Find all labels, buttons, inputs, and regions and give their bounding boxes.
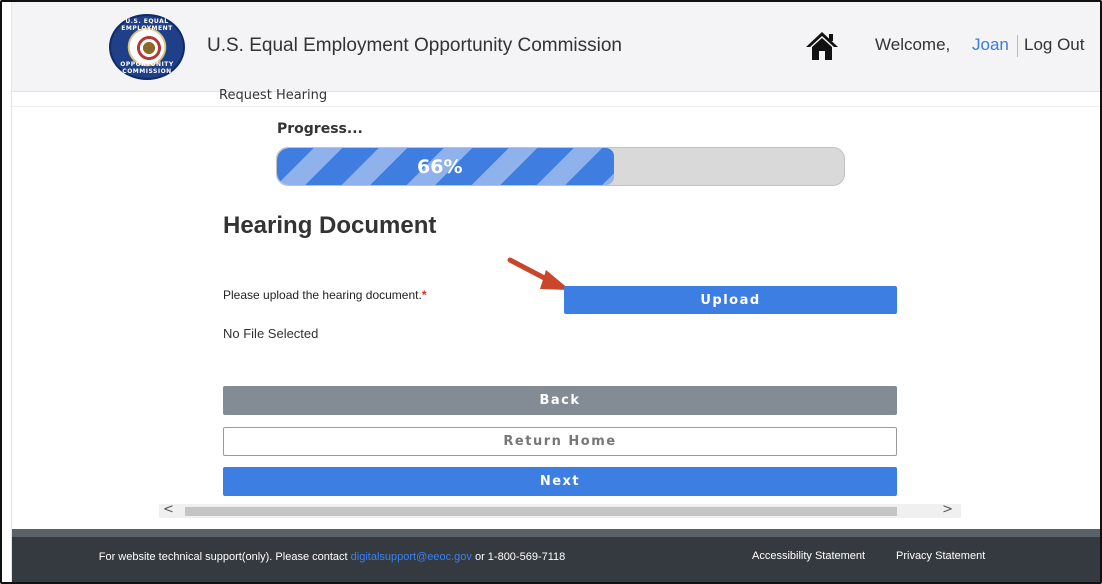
accessibility-statement-link[interactable]: Accessibility Statement xyxy=(752,550,865,562)
upload-prompt-text: Please upload the hearing document. xyxy=(223,288,422,302)
scroll-right-icon[interactable]: > xyxy=(942,502,953,517)
logout-link[interactable]: Log Out xyxy=(1024,35,1085,55)
file-status-text: No File Selected xyxy=(223,326,319,341)
agency-title: U.S. Equal Employment Opportunity Commis… xyxy=(207,35,622,56)
back-button[interactable]: Back xyxy=(223,386,897,415)
progress-label: Progress... xyxy=(277,121,363,137)
left-edge-bar xyxy=(2,2,12,582)
app-window: U.S. EQUAL EMPLOYMENT OPPORTUNITY COMMIS… xyxy=(0,0,1102,584)
user-name-link[interactable]: Joan xyxy=(972,35,1009,55)
support-phone: or 1-800-569-7118 xyxy=(474,551,566,563)
header-divider xyxy=(1017,35,1018,57)
site-header: U.S. EQUAL EMPLOYMENT OPPORTUNITY COMMIS… xyxy=(2,2,1100,92)
progress-bar: 66% xyxy=(276,147,845,186)
footer-band xyxy=(12,529,1100,537)
scrollbar-thumb[interactable] xyxy=(185,507,897,516)
upload-prompt-label: Please upload the hearing document.* xyxy=(223,288,426,302)
site-footer: For website technical support(only). Ple… xyxy=(12,537,1100,582)
eeoc-seal-logo: U.S. EQUAL EMPLOYMENT OPPORTUNITY COMMIS… xyxy=(109,14,185,80)
seal-emblem-icon xyxy=(135,34,163,62)
breadcrumb-divider xyxy=(12,106,1100,107)
privacy-statement-link[interactable]: Privacy Statement xyxy=(896,550,985,562)
support-text: For website technical support(only). Ple… xyxy=(92,549,572,565)
support-email-link[interactable]: digitalsupport@eeoc.gov xyxy=(351,551,472,563)
breadcrumb: Request Hearing xyxy=(219,88,328,103)
return-home-button[interactable]: Return Home xyxy=(223,427,897,456)
horizontal-scrollbar[interactable]: < > xyxy=(159,502,961,518)
seal-text-bottom: OPPORTUNITY COMMISSION xyxy=(120,61,174,75)
support-prefix: For website technical support(only). Ple… xyxy=(98,551,348,563)
progress-bar-fill: 66% xyxy=(277,148,614,185)
progress-percent-text: 66% xyxy=(417,156,463,178)
seal-text-top: U.S. EQUAL EMPLOYMENT xyxy=(121,18,173,32)
next-button[interactable]: Next xyxy=(223,467,897,496)
home-icon[interactable] xyxy=(805,30,839,62)
welcome-text: Welcome, xyxy=(875,35,951,54)
page-title: Hearing Document xyxy=(223,212,437,239)
scroll-left-icon[interactable]: < xyxy=(163,502,174,517)
upload-button[interactable]: Upload xyxy=(564,286,897,314)
required-marker: * xyxy=(421,288,427,302)
